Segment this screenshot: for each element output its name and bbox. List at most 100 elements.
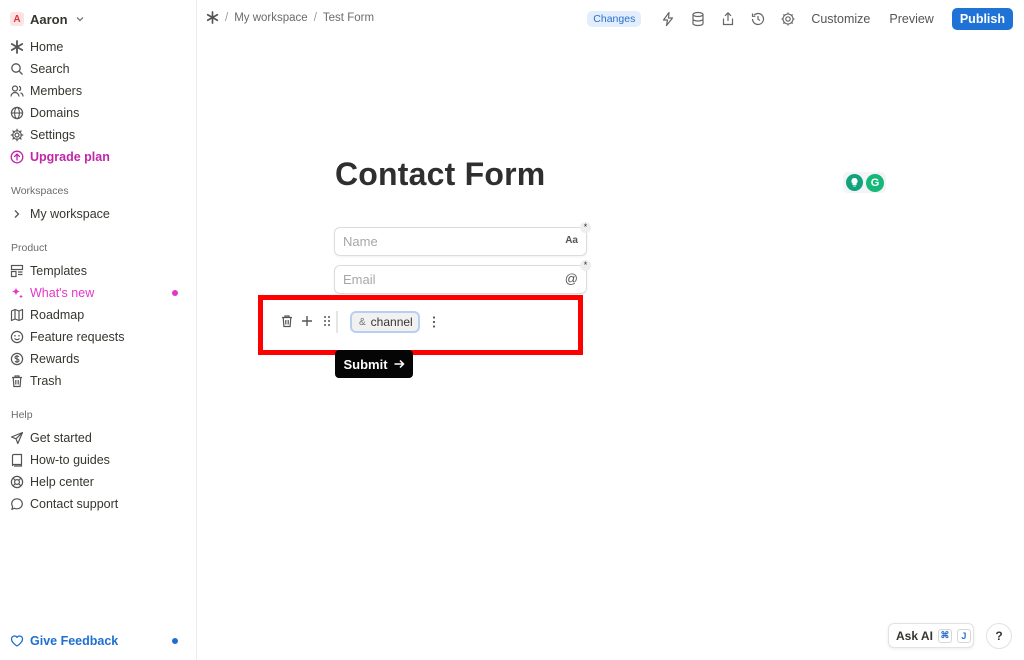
- at-sign-icon: @: [564, 271, 578, 286]
- name-field[interactable]: Aa *: [334, 222, 591, 256]
- sidebar-item-label: Search: [30, 62, 70, 76]
- breadcrumb-separator: /: [313, 11, 317, 24]
- changes-badge[interactable]: Changes: [587, 11, 642, 27]
- chat-icon: [11, 498, 23, 510]
- give-feedback-button[interactable]: Give Feedback: [10, 631, 188, 651]
- database-icon[interactable]: [690, 11, 706, 27]
- book-icon: [11, 453, 23, 467]
- user-name: Aaron: [30, 11, 68, 27]
- sidebar-item-get-started[interactable]: Get started: [10, 428, 188, 448]
- breadcrumb-form[interactable]: Test Form: [323, 12, 374, 24]
- sidebar-item-upgrade-plan[interactable]: Upgrade plan: [10, 147, 188, 167]
- sidebar-item-templates[interactable]: Templates: [10, 261, 188, 281]
- sidebar-item-how-to-guides[interactable]: How-to guides: [10, 450, 188, 470]
- history-icon[interactable]: [750, 11, 766, 27]
- section-label-workspaces: Workspaces: [11, 185, 69, 197]
- arrow-right-icon: [394, 359, 405, 369]
- sidebar-item-label: Upgrade plan: [30, 150, 110, 164]
- sidebar-item-label: Give Feedback: [30, 634, 119, 648]
- email-input[interactable]: [335, 266, 535, 293]
- preview-button[interactable]: Preview: [889, 12, 933, 26]
- sidebar-item-roadmap[interactable]: Roadmap: [10, 305, 188, 325]
- sidebar-item-contact-support[interactable]: Contact support: [10, 494, 188, 514]
- asterisk-icon: [206, 11, 219, 24]
- section-label-help: Help: [11, 409, 33, 421]
- sidebar-item-label: Contact support: [30, 497, 119, 511]
- chevron-down-icon: [76, 17, 84, 22]
- ask-ai-label: Ask AI: [896, 628, 933, 643]
- sidebar-item-help-center[interactable]: Help center: [10, 472, 188, 492]
- heart-icon: [10, 635, 24, 647]
- chevron-right-icon: [14, 210, 20, 218]
- required-indicator[interactable]: *: [580, 222, 591, 233]
- lightning-icon[interactable]: [660, 11, 676, 27]
- sidebar-item-label: Roadmap: [30, 308, 85, 322]
- publish-button[interactable]: Publish: [951, 8, 1013, 30]
- sidebar-item-label: Help center: [30, 475, 94, 489]
- smiley-icon: [10, 330, 24, 344]
- breadcrumb-separator: /: [225, 11, 229, 24]
- templates-icon: [10, 264, 24, 278]
- sidebar-item-feature-requests[interactable]: Feature requests: [10, 327, 188, 347]
- sidebar-item-label: Trash: [30, 374, 62, 388]
- submit-button[interactable]: Submit: [335, 350, 413, 378]
- sidebar-item-home[interactable]: Home: [10, 37, 188, 57]
- sidebar-item-label: Feature requests: [30, 330, 125, 344]
- breadcrumb-workspace[interactable]: My workspace: [234, 12, 308, 24]
- sidebar-item-label: Templates: [30, 264, 87, 278]
- submit-label: Submit: [343, 356, 388, 372]
- sparkles-icon: [12, 287, 23, 299]
- ask-ai-button[interactable]: Ask AI ⌘ J: [888, 623, 974, 648]
- sidebar-item-search[interactable]: Search: [10, 59, 188, 79]
- map-icon: [10, 308, 24, 322]
- sidebar-item-label: My workspace: [30, 207, 110, 221]
- sidebar-item-rewards[interactable]: Rewards: [10, 349, 188, 369]
- new-indicator-dot: [172, 290, 178, 296]
- sidebar-item-whats-new[interactable]: What's new: [10, 283, 188, 303]
- sidebar-item-members[interactable]: Members: [10, 81, 188, 101]
- grammarly-widget[interactable]: G: [843, 172, 886, 193]
- members-icon: [10, 85, 24, 97]
- asterisk-icon: [10, 40, 24, 54]
- avatar: A: [10, 12, 24, 26]
- globe-icon: [10, 106, 24, 120]
- top-bar: / My workspace / Test Form Changes Custo…: [198, 0, 1024, 38]
- share-icon[interactable]: [720, 11, 736, 27]
- sidebar-item-label: Members: [30, 84, 83, 98]
- customize-button[interactable]: Customize: [811, 12, 870, 26]
- gear-icon[interactable]: [780, 11, 796, 27]
- sidebar-item-my-workspace[interactable]: My workspace: [10, 204, 188, 224]
- sidebar-item-label: How-to guides: [30, 453, 110, 467]
- email-field[interactable]: @ *: [334, 260, 591, 294]
- help-button[interactable]: ?: [986, 623, 1012, 649]
- workspace-user-switcher[interactable]: A Aaron: [10, 9, 85, 29]
- sidebar: A Aaron Home Search Members Domains Sett…: [0, 0, 197, 660]
- gear-icon: [10, 128, 24, 142]
- lightbulb-icon: [846, 174, 863, 191]
- red-highlight-box: [258, 295, 583, 355]
- feedback-indicator-dot: [172, 638, 178, 644]
- required-indicator[interactable]: *: [580, 260, 591, 271]
- sidebar-item-settings[interactable]: Settings: [10, 125, 188, 145]
- send-icon: [10, 431, 24, 445]
- sidebar-item-label: What's new: [30, 286, 95, 300]
- upgrade-icon: [10, 150, 24, 164]
- sidebar-item-label: Get started: [30, 431, 92, 445]
- sidebar-item-label: Home: [30, 40, 64, 54]
- sidebar-item-label: Settings: [30, 128, 76, 142]
- lifebuoy-icon: [10, 475, 24, 489]
- section-label-product: Product: [11, 242, 48, 254]
- breadcrumb: / My workspace / Test Form: [206, 11, 374, 24]
- sidebar-item-label: Domains: [30, 106, 80, 120]
- grammarly-icon: G: [866, 173, 884, 192]
- dollar-icon: [10, 352, 24, 366]
- form-title[interactable]: Contact Form: [335, 156, 545, 193]
- sidebar-item-trash[interactable]: Trash: [10, 371, 188, 391]
- sidebar-item-domains[interactable]: Domains: [10, 103, 188, 123]
- name-input[interactable]: [335, 228, 535, 255]
- shortcut-j-key: J: [956, 628, 971, 643]
- shortcut-cmd-key: ⌘: [937, 628, 952, 643]
- text-type-icon: Aa: [565, 235, 578, 246]
- sidebar-item-label: Rewards: [30, 352, 80, 366]
- toolbar: Changes Customize Preview Publish: [587, 8, 1013, 30]
